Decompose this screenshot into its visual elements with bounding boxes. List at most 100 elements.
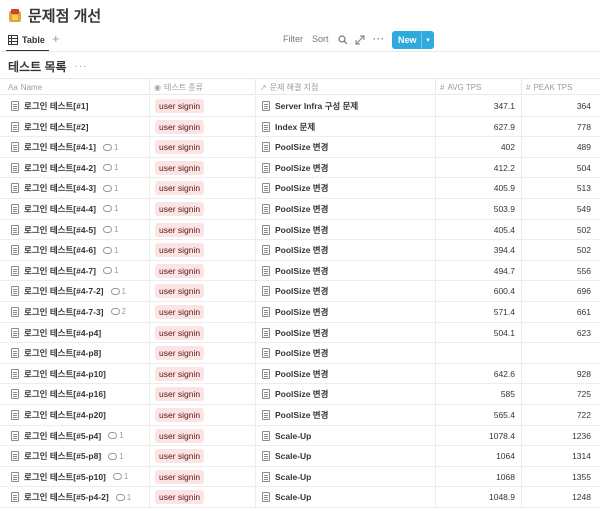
add-view-button[interactable]: + [52, 32, 60, 46]
cell-name[interactable]: 로그인 테스트[#4-p20] [0, 405, 149, 425]
cell-avg-tps[interactable]: 394.4 [435, 240, 521, 261]
cell-test-type[interactable]: user signin [149, 178, 255, 199]
cell-name[interactable]: 로그인 테스트[#4-6] 1 [0, 240, 149, 260]
row-title[interactable]: 로그인 테스트[#4-p20] [24, 409, 106, 421]
column-header-resolution[interactable]: ↗ 문제 해결 지점 [255, 79, 435, 95]
cell-name[interactable]: 로그인 테스트[#4-7] 1 [0, 261, 149, 281]
cell-resolution[interactable]: PoolSize 변경 [255, 343, 435, 364]
row-title[interactable]: 로그인 테스트[#4-p8] [24, 347, 101, 359]
cell-peak-tps[interactable]: 696 [521, 281, 600, 302]
row-title[interactable]: 로그인 테스트[#4-p16] [24, 388, 106, 400]
row-title[interactable]: 로그인 테스트[#4-4] [24, 203, 96, 215]
cell-test-type[interactable]: user signin [149, 157, 255, 178]
sort-button[interactable]: Sort [312, 34, 329, 44]
cell-resolution[interactable]: PoolSize 변경 [255, 219, 435, 240]
cell-name[interactable]: 로그인 테스트[#4-2] 1 [0, 158, 149, 178]
cell-resolution[interactable]: Scale-Up [255, 446, 435, 467]
cell-test-type[interactable]: user signin [149, 446, 255, 467]
cell-peak-tps[interactable]: 778 [521, 116, 600, 137]
table-row[interactable]: 로그인 테스트[#4-p8] user signin PoolSize 변경 [0, 343, 600, 364]
table-row[interactable]: 로그인 테스트[#4-4] 1 user signin PoolSize 변경 … [0, 198, 600, 220]
cell-peak-tps[interactable]: 502 [521, 219, 600, 240]
resolution-link[interactable]: PoolSize 변경 [275, 203, 328, 215]
row-title[interactable]: 로그인 테스트[#5-p10] [24, 471, 106, 483]
table-row[interactable]: 로그인 테스트[#4-5] 1 user signin PoolSize 변경 … [0, 219, 600, 241]
cell-name[interactable]: 로그인 테스트[#5-p4-2] 1 [0, 487, 149, 507]
cell-name[interactable]: 로그인 테스트[#4-1] 1 [0, 137, 149, 157]
chevron-down-icon[interactable]: ▾ [421, 31, 434, 49]
cell-resolution[interactable]: PoolSize 변경 [255, 137, 435, 158]
cell-name[interactable]: 로그인 테스트[#4-3] 1 [0, 178, 149, 198]
cell-name[interactable]: 로그인 테스트[#4-p10] [0, 364, 149, 384]
table-row[interactable]: 로그인 테스트[#4-1] 1 user signin PoolSize 변경 … [0, 137, 600, 158]
row-title[interactable]: 로그인 테스트[#4-1] [24, 141, 96, 153]
table-row[interactable]: 로그인 테스트[#4-6] 1 user signin PoolSize 변경 … [0, 240, 600, 261]
cell-resolution[interactable]: PoolSize 변경 [255, 322, 435, 343]
cell-resolution[interactable]: Scale-Up [255, 487, 435, 508]
cell-test-type[interactable]: user signin [149, 219, 255, 240]
cell-peak-tps[interactable]: 502 [521, 240, 600, 261]
cell-avg-tps[interactable]: 405.9 [435, 178, 521, 199]
cell-peak-tps[interactable]: 623 [521, 322, 600, 343]
row-title[interactable]: 로그인 테스트[#5-p4] [24, 430, 101, 442]
row-title[interactable]: 로그인 테스트[#2] [24, 121, 88, 133]
more-options-button[interactable]: ··· [373, 34, 385, 44]
cell-name[interactable]: 로그인 테스트[#5-p10] 1 [0, 467, 149, 487]
cell-resolution[interactable]: PoolSize 변경 [255, 281, 435, 302]
cell-avg-tps[interactable]: 1078.4 [435, 425, 521, 446]
resolution-link[interactable]: PoolSize 변경 [275, 141, 328, 153]
cell-peak-tps[interactable]: 1236 [521, 425, 600, 446]
cell-resolution[interactable]: Scale-Up [255, 425, 435, 446]
resolution-link[interactable]: PoolSize 변경 [275, 388, 328, 400]
comment-count[interactable]: 1 [108, 452, 124, 461]
cell-peak-tps[interactable]: 661 [521, 301, 600, 322]
cell-avg-tps[interactable]: 1048.9 [435, 487, 521, 508]
comment-count[interactable]: 1 [102, 184, 118, 193]
table-row[interactable]: 로그인 테스트[#2] user signin Index 문제 627.9 7… [0, 116, 600, 138]
table-row[interactable]: 로그인 테스트[#5-p8] 1 user signin Scale-Up 10… [0, 446, 600, 467]
cell-name[interactable]: 로그인 테스트[#4-p4] [0, 323, 149, 343]
column-header-test-type[interactable]: ◉ 테스트 종류 [149, 79, 255, 95]
cell-peak-tps[interactable]: 1314 [521, 446, 600, 467]
cell-test-type[interactable]: user signin [149, 343, 255, 364]
cell-avg-tps[interactable]: 405.4 [435, 219, 521, 240]
cell-resolution[interactable]: PoolSize 변경 [255, 240, 435, 261]
resolution-link[interactable]: PoolSize 변경 [275, 162, 328, 174]
cell-test-type[interactable]: user signin [149, 363, 255, 384]
comment-count[interactable]: 1 [102, 266, 118, 275]
cell-name[interactable]: 로그인 테스트[#4-5] 1 [0, 220, 149, 240]
row-title[interactable]: 로그인 테스트[#4-7-3] [24, 306, 104, 318]
cell-peak-tps[interactable]: 513 [521, 178, 600, 199]
cell-avg-tps[interactable]: 585 [435, 384, 521, 405]
cell-peak-tps[interactable] [521, 343, 600, 364]
cell-avg-tps[interactable] [435, 343, 521, 364]
cell-test-type[interactable]: user signin [149, 384, 255, 405]
cell-avg-tps[interactable]: 1068 [435, 466, 521, 487]
cell-test-type[interactable]: user signin [149, 116, 255, 137]
cell-resolution[interactable]: PoolSize 변경 [255, 198, 435, 219]
cell-name[interactable]: 로그인 테스트[#5-p8] 1 [0, 446, 149, 466]
cell-name[interactable]: 로그인 테스트[#4-4] 1 [0, 199, 149, 219]
cell-avg-tps[interactable]: 504.1 [435, 322, 521, 343]
cell-avg-tps[interactable]: 571.4 [435, 301, 521, 322]
table-row[interactable]: 로그인 테스트[#5-p4] 1 user signin Scale-Up 10… [0, 425, 600, 447]
cell-resolution[interactable]: PoolSize 변경 [255, 157, 435, 178]
resolution-link[interactable]: PoolSize 변경 [275, 224, 328, 236]
row-title[interactable]: 로그인 테스트[#4-3] [24, 182, 96, 194]
resolution-link[interactable]: PoolSize 변경 [275, 244, 328, 256]
row-title[interactable]: 로그인 테스트[#4-2] [24, 162, 96, 174]
table-row[interactable]: 로그인 테스트[#5-p4-2] 1 user signin Scale-Up … [0, 487, 600, 508]
table-row[interactable]: 로그인 테스트[#4-p4] user signin PoolSize 변경 5… [0, 322, 600, 344]
resolution-link[interactable]: Scale-Up [275, 472, 311, 482]
column-header-peak-tps[interactable]: # PEAK TPS [521, 79, 600, 95]
cell-peak-tps[interactable]: 549 [521, 198, 600, 219]
cell-avg-tps[interactable]: 347.1 [435, 96, 521, 116]
resolution-link[interactable]: PoolSize 변경 [275, 306, 328, 318]
cell-test-type[interactable]: user signin [149, 96, 255, 116]
table-row[interactable]: 로그인 테스트[#1] user signin Server Infra 구성 … [0, 96, 600, 117]
tab-table-view[interactable]: Table [8, 30, 45, 50]
resolution-link[interactable]: PoolSize 변경 [275, 182, 328, 194]
row-title[interactable]: 로그인 테스트[#4-p10] [24, 368, 106, 380]
cell-resolution[interactable]: PoolSize 변경 [255, 404, 435, 425]
cell-avg-tps[interactable]: 565.4 [435, 404, 521, 425]
